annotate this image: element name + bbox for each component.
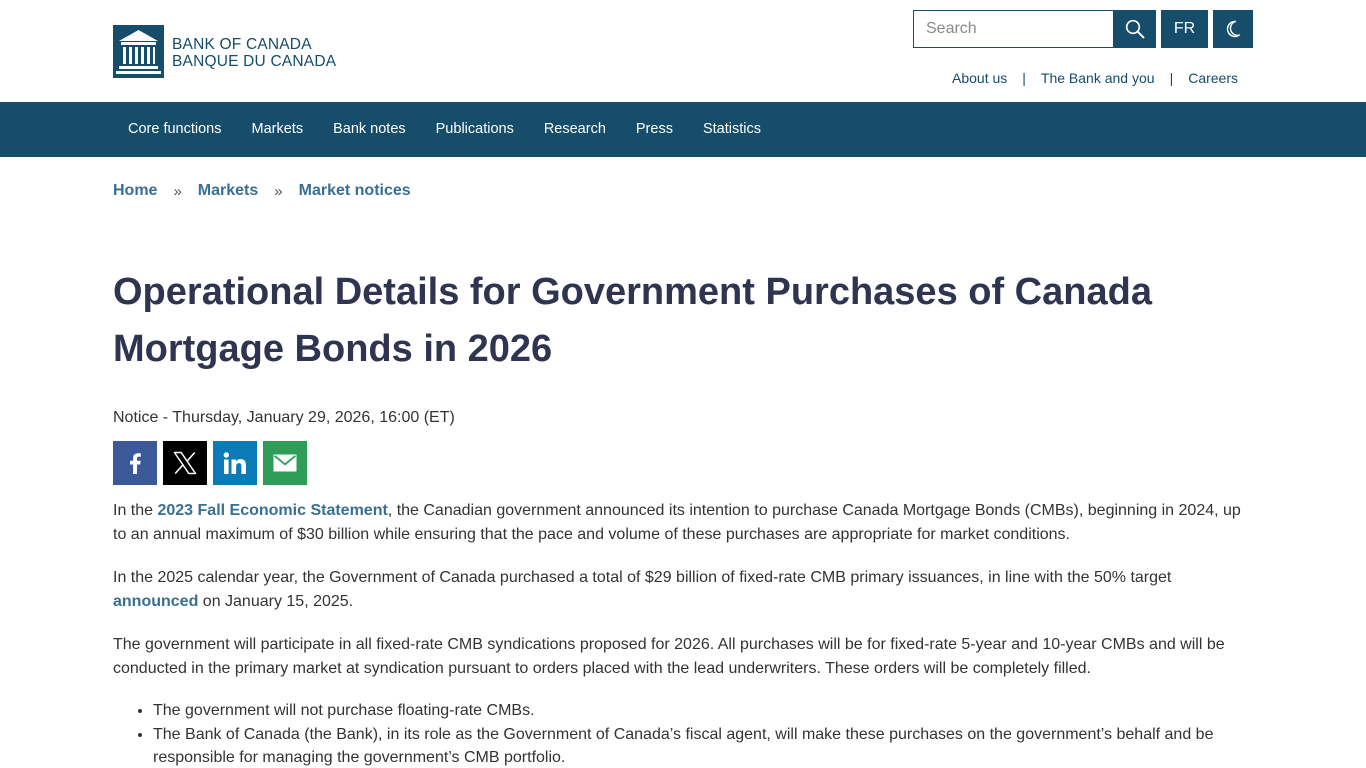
paragraph-text: In the — [113, 502, 158, 519]
util-link-about-us[interactable]: About us — [952, 70, 1007, 86]
main-navigation: Core functions Markets Bank notes Public… — [0, 102, 1366, 157]
share-email-button[interactable] — [263, 441, 307, 485]
breadcrumb: Home » Markets » Market notices — [113, 182, 411, 200]
breadcrumb-market-notices[interactable]: Market notices — [299, 182, 411, 200]
nav-item: Press — [621, 102, 688, 157]
share-x-button[interactable] — [163, 441, 207, 485]
logo-text: BANK OF CANADA BANQUE DU CANADA — [172, 32, 336, 70]
logo-line-french: BANQUE DU CANADA — [172, 53, 337, 70]
paragraph: In the 2025 calendar year, the Governmen… — [113, 566, 1253, 613]
nav-link-statistics[interactable]: Statistics — [688, 102, 776, 157]
nav-link-press[interactable]: Press — [621, 102, 688, 157]
search-button[interactable] — [1113, 10, 1156, 48]
util-link-the-bank-and-you[interactable]: The Bank and you — [1041, 70, 1155, 86]
nav-item: Publications — [421, 102, 529, 157]
nav-link-publications[interactable]: Publications — [421, 102, 529, 157]
util-separator: | — [1169, 70, 1174, 86]
logo-line-english: BANK OF CANADA — [172, 36, 312, 53]
breadcrumb-separator: » — [274, 182, 283, 200]
bank-logo[interactable]: BANK OF CANADA BANQUE DU CANADA — [113, 24, 336, 78]
search-input[interactable] — [913, 10, 1113, 48]
share-facebook-button[interactable] — [113, 441, 157, 485]
share-linkedin-button[interactable] — [213, 441, 257, 485]
breadcrumb-home[interactable]: Home — [113, 182, 157, 200]
breadcrumb-separator: » — [173, 182, 182, 200]
x-icon — [173, 451, 197, 475]
announced-link[interactable]: announced — [113, 593, 198, 610]
nav-item: Research — [529, 102, 621, 157]
nav-link-core-functions[interactable]: Core functions — [113, 102, 237, 157]
email-icon — [273, 454, 297, 472]
list-item: The Bank of Canada (the Bank), in its ro… — [153, 723, 1253, 768]
nav-item: Core functions — [113, 102, 237, 157]
utility-links: About us | The Bank and you | Careers — [952, 70, 1238, 86]
paragraph-text: on January 15, 2025. — [198, 592, 354, 610]
list-item: The government will not purchase floatin… — [153, 699, 1253, 723]
page-title: Operational Details for Government Purch… — [113, 271, 1152, 370]
bank-building-icon — [113, 24, 164, 78]
notice-date: Notice - Thursday, January 29, 2026, 16:… — [113, 409, 455, 426]
fall-economic-statement-link[interactable]: 2023 Fall Economic Statement — [157, 502, 387, 519]
paragraph-text: In the 2025 calendar year, the Governmen… — [113, 569, 1172, 586]
paragraph: In the 2023 Fall Economic Statement, the… — [113, 499, 1253, 546]
search-form — [913, 10, 1156, 48]
dark-mode-toggle[interactable] — [1213, 10, 1253, 48]
bullet-list: The government will not purchase floatin… — [153, 699, 1253, 768]
facebook-icon — [130, 453, 141, 474]
french-language-button[interactable]: FR — [1161, 10, 1208, 48]
nav-item: Bank notes — [318, 102, 421, 157]
util-separator: | — [1022, 70, 1026, 86]
main-nav-list: Core functions Markets Bank notes Public… — [113, 102, 776, 157]
nav-link-bank-notes[interactable]: Bank notes — [318, 102, 421, 157]
util-link-careers[interactable]: Careers — [1188, 70, 1238, 86]
nav-link-markets[interactable]: Markets — [237, 102, 319, 157]
article-body: In the 2023 Fall Economic Statement, the… — [113, 499, 1253, 768]
share-buttons — [113, 441, 307, 485]
nav-item: Statistics — [688, 102, 776, 157]
nav-link-research[interactable]: Research — [529, 102, 621, 157]
paragraph: The government will participate in all f… — [113, 636, 1225, 677]
nav-item: Markets — [237, 102, 319, 157]
breadcrumb-markets[interactable]: Markets — [198, 182, 258, 200]
search-icon — [1125, 19, 1144, 39]
site-header: BANK OF CANADA BANQUE DU CANADA FR About… — [0, 0, 1366, 102]
moon-icon — [1226, 20, 1241, 38]
linkedin-icon — [223, 452, 246, 474]
